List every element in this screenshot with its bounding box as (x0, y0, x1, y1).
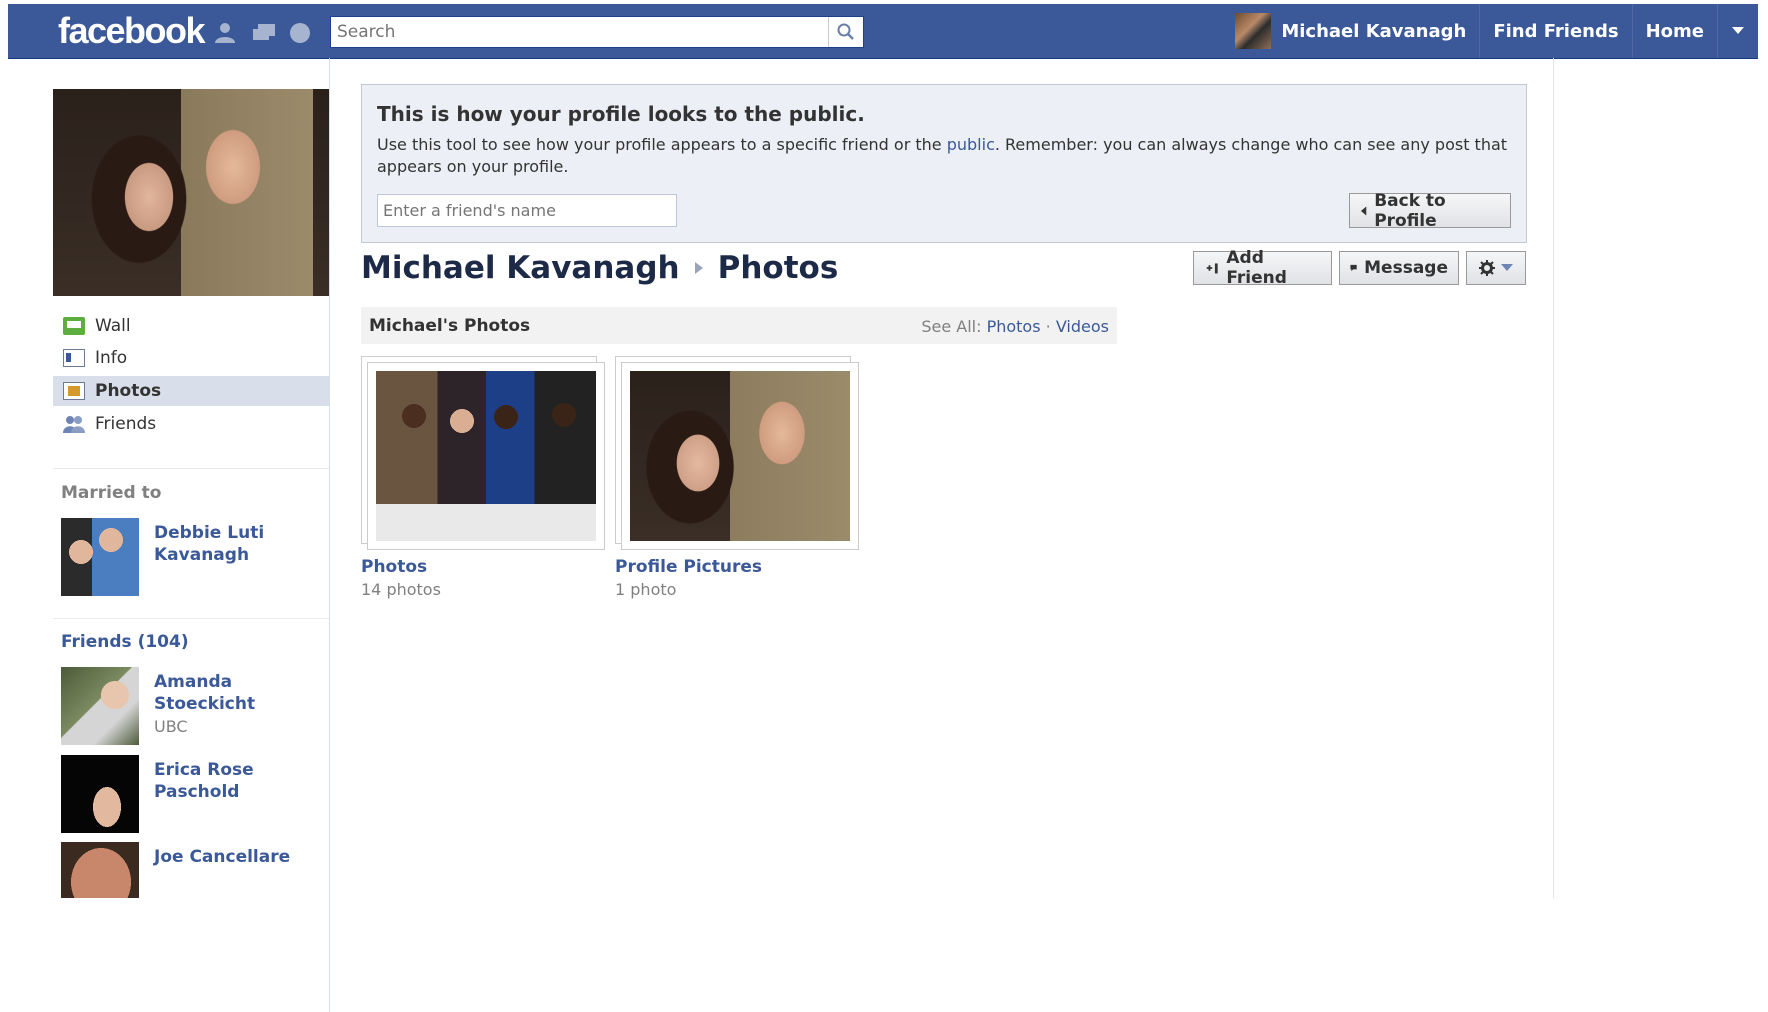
search-input[interactable] (331, 17, 829, 47)
sidebar-item-label: Wall (95, 316, 131, 336)
sidebar-item-photos[interactable]: Photos (53, 376, 329, 406)
breadcrumb-separator-icon (694, 262, 703, 274)
left-column: Wall Info Photos Friends Married to Debb… (0, 58, 330, 1012)
album-count: 14 photos (361, 580, 441, 599)
album-cover[interactable] (361, 356, 605, 550)
friend-entry[interactable]: Joe Cancellare (61, 842, 329, 898)
friend-entry[interactable]: Amanda Stoeckicht UBC (61, 667, 329, 745)
public-view-box: This is how your profile looks to the pu… (361, 84, 1527, 243)
public-link[interactable]: public (947, 135, 995, 154)
photos-icon (63, 382, 85, 400)
search-icon (837, 23, 854, 40)
chevron-left-icon (1360, 206, 1367, 215)
right-divider (1553, 58, 1554, 898)
description-text: Use this tool to see how your profile ap… (377, 135, 947, 154)
wall-icon (63, 317, 85, 335)
search-box (330, 16, 864, 48)
account-menu-button[interactable] (1717, 4, 1758, 58)
info-icon (63, 349, 85, 367)
sidebar-item-label: Info (95, 348, 128, 368)
friend-name-input[interactable] (377, 194, 677, 227)
see-all-photos-link[interactable]: Photos (987, 317, 1041, 336)
back-to-profile-button[interactable]: Back to Profile (1349, 190, 1511, 231)
page-title: Michael Kavanagh Photos (361, 250, 838, 286)
friend-network: UBC (154, 717, 188, 736)
message-button[interactable]: Message (1339, 251, 1459, 285)
friend-name[interactable]: Erica Rose Paschold (154, 759, 324, 803)
sidebar-item-friends[interactable]: Friends (53, 409, 329, 439)
section-title: Photos (717, 250, 839, 286)
user-name: Michael Kavanagh (1281, 20, 1467, 42)
album-title[interactable]: Photos (361, 557, 427, 577)
friend-thumbnail[interactable] (61, 667, 139, 745)
album-cover-image[interactable] (376, 371, 596, 541)
public-view-description: Use this tool to see how your profile ap… (377, 134, 1512, 178)
album-count: 1 photo (615, 580, 677, 599)
top-bar: facebook Michael Kavanagh Find Friends H… (8, 4, 1758, 59)
notifications-globe-icon[interactable] (288, 22, 312, 44)
avatar (1235, 13, 1272, 49)
button-label: Message (1364, 258, 1448, 278)
home-link[interactable]: Home (1631, 4, 1717, 58)
divider (53, 618, 329, 619)
gear-icon (1479, 260, 1495, 276)
add-friend-button[interactable]: Add Friend (1193, 248, 1332, 288)
divider (53, 468, 329, 469)
friends-icon (63, 416, 85, 433)
spouse-entry[interactable]: Debbie Luti Kavanagh (61, 518, 329, 596)
friend-thumbnail[interactable] (61, 755, 139, 833)
spouse-name[interactable]: Debbie Luti Kavanagh (154, 522, 324, 566)
messages-icon[interactable] (252, 22, 276, 44)
photos-header: Michael's Photos See All: Photos · Video… (361, 307, 1117, 344)
button-label: Add Friend (1226, 248, 1287, 288)
sidebar-item-label: Friends (95, 414, 157, 434)
profile-link[interactable]: Michael Kavanagh (1222, 4, 1479, 58)
sidebar-item-wall[interactable]: Wall (53, 311, 329, 341)
see-all-videos-link[interactable]: Videos (1056, 317, 1109, 336)
friend-name[interactable]: Joe Cancellare (154, 846, 324, 868)
album-cover-image[interactable] (630, 371, 850, 541)
album-cover[interactable] (615, 356, 859, 550)
friend-name[interactable]: Amanda Stoeckicht (154, 671, 324, 715)
profile-name-link[interactable]: Michael Kavanagh (361, 250, 680, 286)
album-card (621, 362, 859, 550)
message-icon (1350, 264, 1357, 272)
photos-header-title: Michael's Photos (369, 316, 531, 336)
see-all: See All: Photos · Videos (921, 317, 1109, 336)
sidebar-item-info[interactable]: Info (53, 343, 329, 373)
album-card (367, 362, 605, 550)
separator-dot: · (1045, 317, 1051, 336)
button-label: Back to Profile (1374, 190, 1446, 231)
facebook-logo[interactable]: facebook (58, 10, 206, 52)
friend-thumbnail[interactable] (61, 842, 139, 898)
options-menu-button[interactable] (1466, 251, 1526, 285)
top-nav-right: Michael Kavanagh Find Friends Home (1222, 4, 1758, 58)
add-friend-icon (1206, 263, 1218, 274)
sidebar-item-label: Photos (95, 381, 162, 401)
see-all-label: See All: (921, 317, 982, 336)
album-title[interactable]: Profile Pictures (615, 557, 762, 577)
find-friends-link[interactable]: Find Friends (1479, 4, 1631, 58)
friends-header[interactable]: Friends (104) (61, 632, 189, 652)
search-button[interactable] (828, 17, 863, 47)
spouse-thumbnail[interactable] (61, 518, 139, 596)
public-view-title: This is how your profile looks to the pu… (377, 102, 865, 126)
married-to-header: Married to (61, 483, 162, 503)
chevron-down-icon (1732, 27, 1744, 34)
friend-requests-icon[interactable] (213, 22, 237, 44)
friend-entry[interactable]: Erica Rose Paschold (61, 755, 329, 833)
chevron-down-icon (1501, 264, 1513, 271)
profile-picture[interactable] (53, 89, 329, 296)
